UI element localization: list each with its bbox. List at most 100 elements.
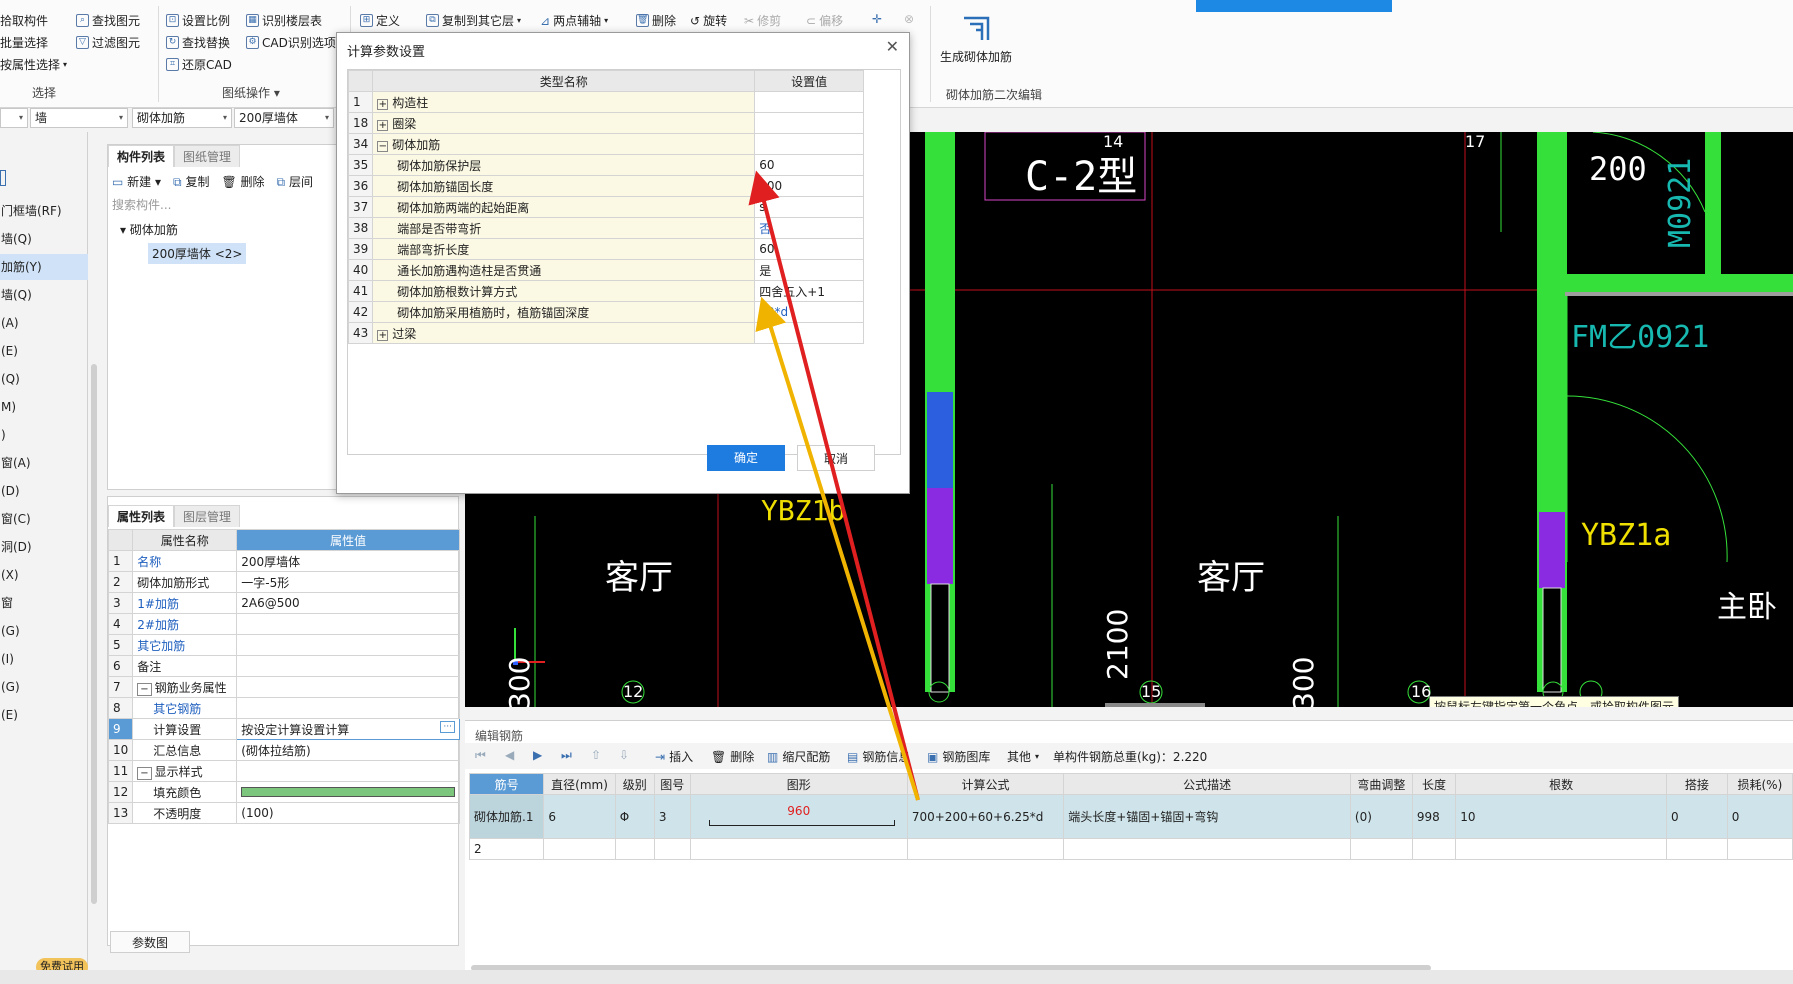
rebar-info-button[interactable]: ▤ 钢筋信息 [847, 748, 910, 765]
sidebar-item[interactable]: 窗(C) [0, 506, 88, 532]
new-component-button[interactable]: ▭ 新建 ▾ [112, 173, 161, 190]
cell-lap[interactable]: 0 [1665, 794, 1728, 839]
property-row[interactable]: 2 砌体加筋形式 一字-5形 [107, 571, 460, 593]
sidebar-item[interactable]: (E) [0, 338, 88, 364]
expand-icon[interactable]: − [377, 140, 389, 152]
combo-component[interactable]: 200厚墙体 ▾ [234, 108, 334, 128]
property-value-cell[interactable] [236, 613, 460, 635]
param-row[interactable]: 34− 砌体加筋 [347, 133, 864, 155]
property-row[interactable]: 10 汇总信息 (砌体拉结筋) [107, 739, 460, 761]
cross-icon[interactable]: ✛ [872, 12, 882, 26]
sidebar-item[interactable]: 墙(Q) [0, 282, 88, 308]
sidebar-item[interactable]: 洞(D) [0, 534, 88, 560]
cell-bar-name[interactable]: 砌体加筋.1 [468, 794, 545, 839]
tab-layer-management[interactable]: 图层管理 [174, 505, 241, 527]
up-icon[interactable]: ⇧ [591, 748, 601, 762]
expand-icon[interactable]: + [377, 329, 389, 341]
fill-color-swatch[interactable] [241, 787, 455, 797]
param-row[interactable]: 36 砌体加筋锚固长度 200 [347, 175, 864, 197]
sidebar-item[interactable]: M) [0, 394, 88, 420]
delete-button[interactable]: 🗑 删除 [636, 12, 676, 29]
sidebar-item[interactable]: (X) [0, 562, 88, 588]
combo-floor[interactable]: ▾ [0, 108, 28, 128]
sidebar-item[interactable]: (A) [0, 310, 88, 336]
property-value-cell[interactable]: 2A6@500 [236, 592, 460, 614]
restore-cad-button[interactable]: ⌗ 还原CAD [166, 56, 232, 73]
cell-description[interactable]: 端头长度+锚固+锚固+弯钩 [1063, 794, 1351, 839]
param-value-cell[interactable] [754, 91, 864, 113]
param-row[interactable]: 38 端部是否带弯折否 [347, 217, 864, 239]
sidebar-item[interactable]: (Q) [0, 366, 88, 392]
sidebar-item[interactable]: ) [0, 422, 88, 448]
sidebar-item[interactable]: 墙(Q) [0, 226, 88, 252]
sidebar-item[interactable]: 加筋(Y) [0, 254, 88, 280]
property-row[interactable]: 13 不透明度 (100) [107, 802, 460, 824]
param-value-cell[interactable] [754, 133, 864, 155]
table-row[interactable]: 砌体加筋.1 6 Φ 3 960 700+200+60+6.25*d 端头长度+… [468, 794, 1793, 839]
other-button[interactable]: 其他 ▾ [1007, 748, 1039, 765]
tree-root[interactable]: ▾ 砌体加筋 [120, 221, 178, 238]
close-icon[interactable]: ✕ [886, 37, 899, 56]
property-value-cell[interactable]: 200厚墙体 [236, 550, 460, 572]
last-icon[interactable]: ⏭ [561, 748, 572, 763]
sidebar-item[interactable]: 门框墙(RF) [0, 198, 88, 224]
copy-component-button[interactable]: ⧉ 复制 [173, 173, 209, 190]
property-value-cell[interactable]: 一字-5形 [236, 571, 460, 593]
param-value-cell[interactable]: 是 [754, 259, 864, 281]
select-by-property-button[interactable]: 按属性选择 ▾ [0, 56, 67, 73]
define-button[interactable]: ⊞ 定义 [360, 12, 400, 29]
expand-icon[interactable]: + [377, 98, 389, 110]
cell-grade[interactable]: Φ [614, 794, 655, 839]
first-icon[interactable]: ⏮ [475, 748, 486, 763]
filter-element-button[interactable]: ▽ 过滤图元 [76, 34, 140, 51]
param-value-cell[interactable]: 200 [754, 175, 864, 197]
param-diagram-button[interactable]: 参数图 [110, 931, 190, 953]
tab-drawing-management[interactable]: 图纸管理 [174, 145, 241, 167]
param-value-cell[interactable]: 10*d [754, 301, 864, 323]
property-value-cell[interactable] [236, 676, 460, 698]
table-row[interactable]: 2 [468, 838, 1793, 860]
param-row[interactable]: 35 砌体加筋保护层 60 [347, 154, 864, 176]
trim-button[interactable]: ✂ 修剪 [744, 12, 781, 29]
floor-copy-button[interactable]: ⧉ 层间 [277, 173, 313, 190]
param-value-cell[interactable]: 60 [754, 238, 864, 260]
param-value-cell[interactable] [754, 112, 864, 134]
param-value-cell[interactable]: 否 [754, 217, 864, 239]
rotate-button[interactable]: ↺ 旋转 [690, 12, 727, 29]
sidebar-item[interactable]: 窗(A) [0, 450, 88, 476]
property-row[interactable]: 3 1#加筋 2A6@500 [107, 592, 460, 614]
cell-shape[interactable]: 960 [689, 794, 908, 839]
property-row[interactable]: 6 备注 [107, 655, 460, 677]
tab-property-list[interactable]: 属性列表 [108, 505, 175, 527]
cell-diameter[interactable]: 6 [543, 794, 616, 839]
property-row[interactable]: 9 计算设置 按设定计算设置计算 ··· [107, 718, 460, 740]
property-row[interactable]: 5 其它加筋 [107, 634, 460, 656]
offset-button[interactable]: ⊂ 偏移 [806, 12, 843, 29]
param-row[interactable]: 43 + 过梁 [347, 322, 864, 344]
insert-button[interactable]: ⇥ 插入 [655, 748, 693, 765]
sidebar-item[interactable]: (G) [0, 674, 88, 700]
ok-button[interactable]: 确定 [707, 445, 785, 471]
expand-icon[interactable]: + [377, 119, 389, 131]
left-nav-scrollbar[interactable] [91, 364, 97, 904]
combo-type[interactable]: 墙 ▾ [30, 108, 128, 128]
param-row[interactable]: 1 + 构造柱 [347, 91, 864, 113]
param-row[interactable]: 40 通长加筋遇构造柱是否贯通是 [347, 259, 864, 281]
sidebar-item[interactable]: (E) [0, 702, 88, 728]
property-value-cell[interactable]: (100) [236, 802, 460, 824]
generate-masonry-rebar-button[interactable]: 生成砌体加筋 [940, 48, 1012, 65]
two-point-axis-button[interactable]: ⊿ 两点辅轴 ▾ [540, 12, 608, 29]
property-value-cell[interactable] [236, 655, 460, 677]
property-row[interactable]: 12 填充颜色 [107, 781, 460, 803]
tab-component-list[interactable]: 构件列表 [108, 145, 175, 167]
set-scale-button[interactable]: ⊡ 设置比例 [166, 12, 230, 29]
property-row[interactable]: 11− 显示样式 [107, 760, 460, 782]
property-value-cell[interactable] [236, 781, 460, 803]
property-row[interactable]: 8 其它钢筋 [107, 697, 460, 719]
down-icon[interactable]: ⇩ [619, 748, 629, 762]
pick-component-button[interactable]: 拾取构件 [0, 12, 48, 29]
copy-to-floor-button[interactable]: ⧉ 复制到其它层 ▾ [426, 12, 521, 29]
cell-loss[interactable]: 0 [1726, 794, 1793, 839]
cell-formula[interactable]: 700+200+60+6.25*d [906, 794, 1065, 839]
editor-delete-button[interactable]: 🗑 删除 [711, 748, 754, 765]
